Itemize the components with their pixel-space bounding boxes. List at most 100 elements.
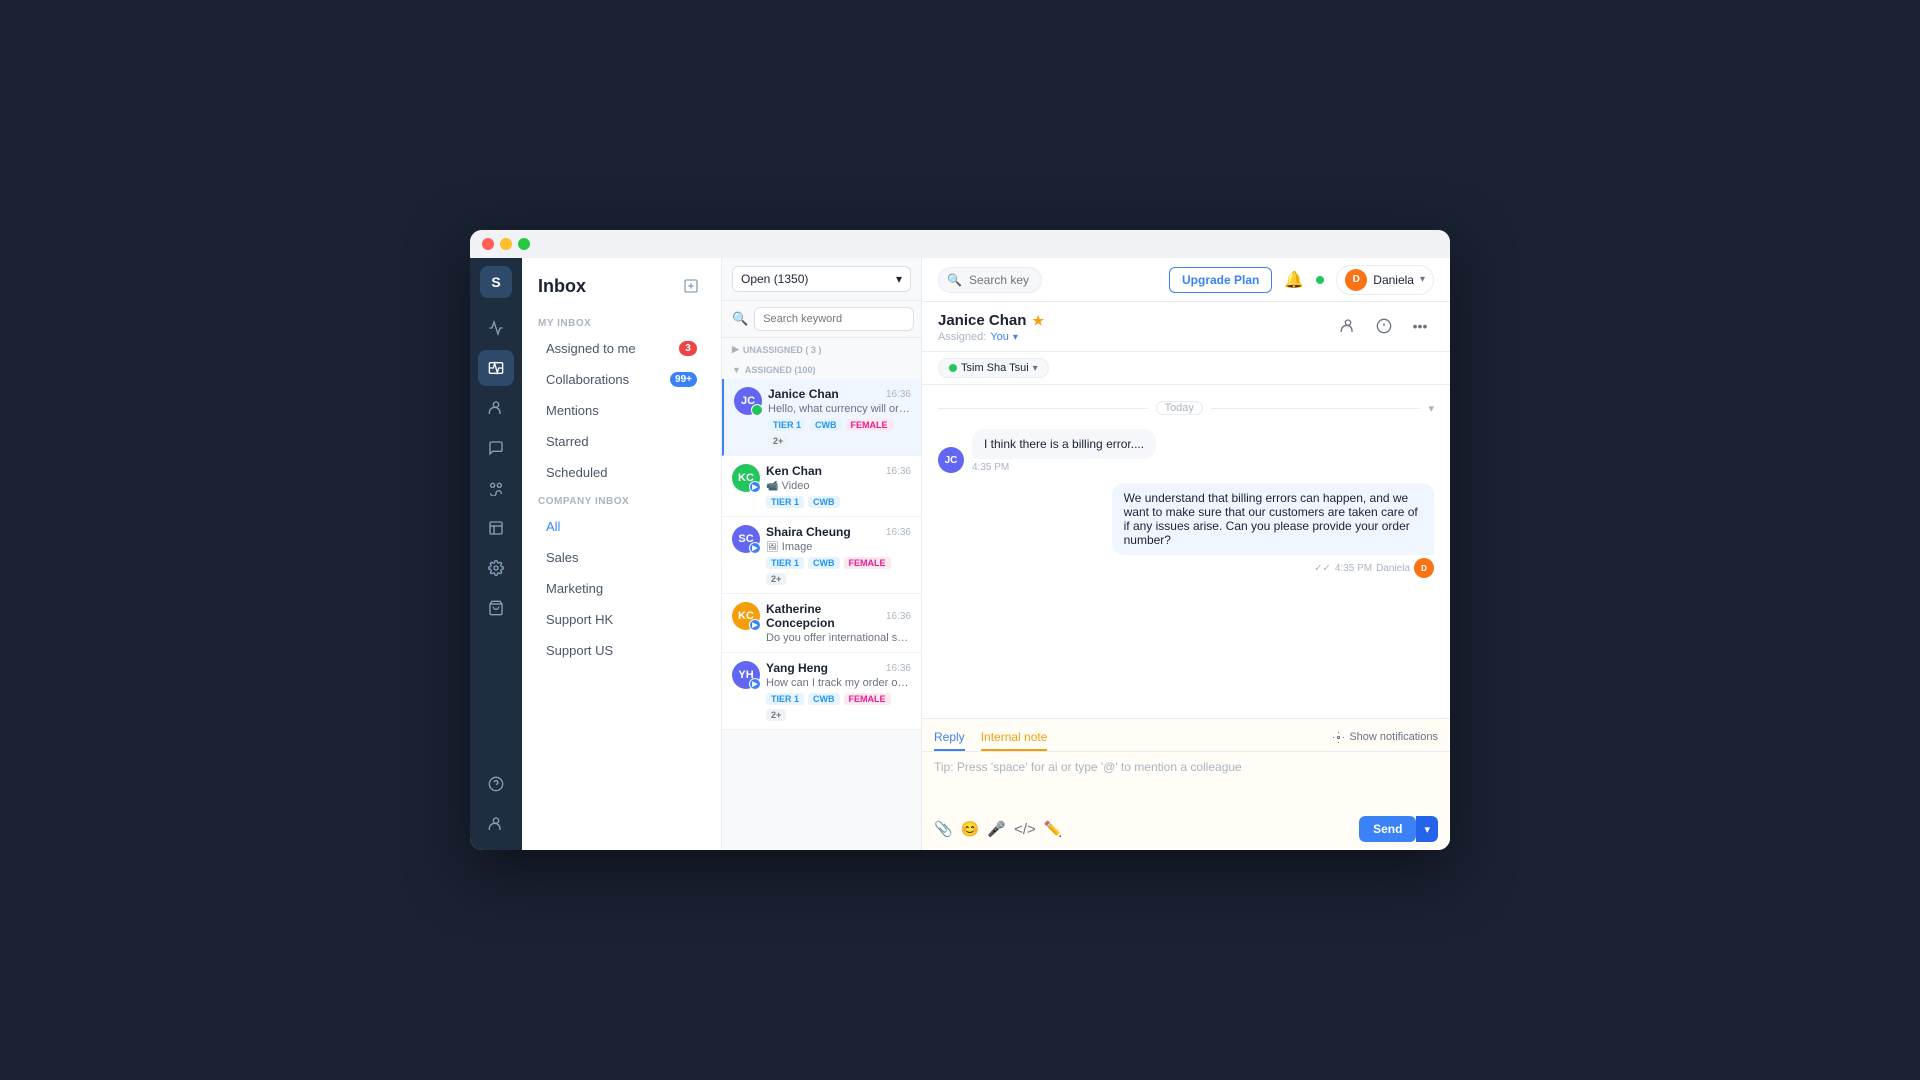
incoming-avatar: JC: [938, 447, 964, 473]
conversation-list: Open (1350) ▾ 🔍 ⇅ ☰ ▶ UNASSIGNED ( 3 ): [722, 258, 922, 850]
company-inbox-label: COMPANY INBOX: [522, 488, 721, 511]
katherine-avatar: KC ▶: [732, 602, 760, 630]
code-icon[interactable]: </>: [1014, 821, 1036, 838]
app-window: S: [470, 230, 1450, 850]
channel-bar: Tsim Sha Tsui ▾: [922, 352, 1450, 385]
attachment-icon[interactable]: 📎: [934, 820, 953, 838]
contact-info-icon[interactable]: [1334, 312, 1362, 340]
ken-avatar: KC ▶: [732, 464, 760, 492]
activity-icon[interactable]: [478, 310, 514, 346]
sidebar-item-support-us[interactable]: Support US: [530, 636, 713, 665]
more-options-icon[interactable]: •••: [1406, 312, 1434, 340]
sidebar-item-mentions[interactable]: Mentions: [530, 396, 713, 425]
online-status-dot: [1316, 276, 1324, 284]
date-chevron[interactable]: ▾: [1428, 402, 1434, 415]
chat-icon[interactable]: [478, 430, 514, 466]
user-profile-icon[interactable]: [478, 806, 514, 842]
messages-area: Today ▾ JC I think there is a billing er…: [922, 385, 1450, 718]
janice-avatar: JC: [734, 387, 762, 415]
inbox-icon[interactable]: [478, 350, 514, 386]
channel-online-dot: [949, 364, 957, 372]
rail-bottom: [478, 766, 514, 842]
search-icon: 🔍: [947, 273, 962, 287]
my-inbox-label: MY INBOX: [522, 310, 721, 333]
sidebar-item-all[interactable]: All: [530, 512, 713, 541]
maximize-dot[interactable]: [518, 238, 530, 250]
icon-rail: S: [470, 258, 522, 850]
conv-item-yang[interactable]: YH ▶ Yang Heng 16:36 How can I track my …: [722, 653, 921, 730]
user-menu[interactable]: D Daniela ▾: [1336, 265, 1434, 295]
conversation-items: ▶ UNASSIGNED ( 3 ) ▼ ASSIGNED (100) JC: [722, 338, 921, 850]
sidebar-item-marketing[interactable]: Marketing: [530, 574, 713, 603]
channel-tag[interactable]: Tsim Sha Tsui ▾: [938, 358, 1049, 378]
sender-name: Daniela: [1376, 563, 1410, 574]
assigned-group-header[interactable]: ▼ ASSIGNED (100): [722, 359, 921, 379]
sidebar-item-sales[interactable]: Sales: [530, 543, 713, 572]
date-divider: Today ▾: [938, 401, 1434, 415]
upgrade-plan-button[interactable]: Upgrade Plan: [1169, 267, 1272, 293]
conv-search-icon: 🔍: [732, 311, 748, 327]
internal-note-tab[interactable]: Internal note: [981, 725, 1048, 751]
message-outgoing-1: We understand that billing errors can ha…: [1112, 483, 1434, 578]
unassigned-group-header[interactable]: ▶ UNASSIGNED ( 3 ): [722, 338, 921, 359]
sender-avatar: D: [1414, 558, 1434, 578]
reply-toolbar: 📎 😊 🎤 </> ✏️ Send ▾: [922, 812, 1450, 850]
open-filter-select[interactable]: Open (1350) ▾: [732, 266, 911, 292]
sidebar: Inbox MY INBOX Assigned to me 3 Collabor…: [522, 258, 722, 850]
info-icon[interactable]: [1370, 312, 1398, 340]
shop-icon[interactable]: [478, 590, 514, 626]
sidebar-item-starred[interactable]: Starred: [530, 427, 713, 456]
chat-header-actions: •••: [1334, 312, 1434, 340]
chat-area: 🔍 Upgrade Plan 🔔 D Daniela ▾ Janice Chan: [922, 258, 1450, 850]
user-avatar: D: [1345, 269, 1367, 291]
settings-icon[interactable]: [478, 550, 514, 586]
reply-input[interactable]: Tip: Press 'space' for ai or type '@' to…: [922, 752, 1450, 812]
show-notifications-button[interactable]: Show notifications: [1332, 731, 1438, 744]
reports-icon[interactable]: [478, 510, 514, 546]
star-icon[interactable]: ★: [1032, 313, 1044, 329]
sidebar-item-scheduled[interactable]: Scheduled: [530, 458, 713, 487]
assigned-to: You: [990, 331, 1009, 343]
global-search: 🔍: [938, 267, 1042, 293]
chat-header: Janice Chan ★ Assigned: You ▾: [922, 302, 1450, 352]
minimize-dot[interactable]: [500, 238, 512, 250]
janice-online-badge: [751, 404, 763, 416]
reply-tab[interactable]: Reply: [934, 725, 965, 751]
conv-item-ken[interactable]: KC ▶ Ken Chan 16:36 📹 Video: [722, 456, 921, 517]
audio-icon[interactable]: 🎤: [987, 820, 1006, 838]
conv-list-header: Open (1350) ▾: [722, 258, 921, 301]
help-icon[interactable]: [478, 766, 514, 802]
katherine-channel-badge: ▶: [749, 619, 761, 631]
signature-icon[interactable]: ✏️: [1044, 820, 1063, 838]
sidebar-item-collaborations[interactable]: Collaborations 99+: [530, 365, 713, 394]
contact-name: Janice Chan: [938, 312, 1026, 329]
yang-channel-badge: ▶: [749, 678, 761, 690]
send-button-group: Send ▾: [1359, 816, 1438, 842]
conv-item-shaira[interactable]: SC ▶ Shaira Cheung 16:36 🖼 Image: [722, 517, 921, 594]
emoji-icon[interactable]: 😊: [961, 820, 980, 838]
app-header: 🔍 Upgrade Plan 🔔 D Daniela ▾: [922, 258, 1450, 302]
shaira-channel-badge: ▶: [749, 542, 761, 554]
conv-search-bar: 🔍 ⇅ ☰: [722, 301, 921, 338]
ken-channel-badge: ▶: [749, 481, 761, 493]
shaira-avatar: SC ▶: [732, 525, 760, 553]
team-icon[interactable]: [478, 470, 514, 506]
reply-area: Reply Internal note Show notifications T…: [922, 718, 1450, 850]
close-dot[interactable]: [482, 238, 494, 250]
contacts-icon[interactable]: [478, 390, 514, 426]
sidebar-item-support-hk[interactable]: Support HK: [530, 605, 713, 634]
send-dropdown-button[interactable]: ▾: [1416, 816, 1438, 842]
conv-search-input[interactable]: [754, 307, 914, 331]
sidebar-header: Inbox: [522, 258, 721, 310]
yang-avatar: YH ▶: [732, 661, 760, 689]
sidebar-title: Inbox: [538, 276, 586, 297]
message-incoming-1: JC I think there is a billing error.... …: [938, 429, 1236, 473]
send-button[interactable]: Send: [1359, 816, 1416, 842]
app-logo: S: [480, 266, 512, 298]
conv-item-katherine[interactable]: KC ▶ Katherine Concepcion 16:36 Do you o…: [722, 594, 921, 653]
conv-item-janice[interactable]: JC Janice Chan 16:36 Hello, what currenc…: [722, 379, 921, 456]
compose-icon[interactable]: [677, 272, 705, 300]
notifications-icon[interactable]: 🔔: [1284, 270, 1304, 290]
app-body: S: [470, 258, 1450, 850]
sidebar-item-assigned[interactable]: Assigned to me 3: [530, 334, 713, 363]
